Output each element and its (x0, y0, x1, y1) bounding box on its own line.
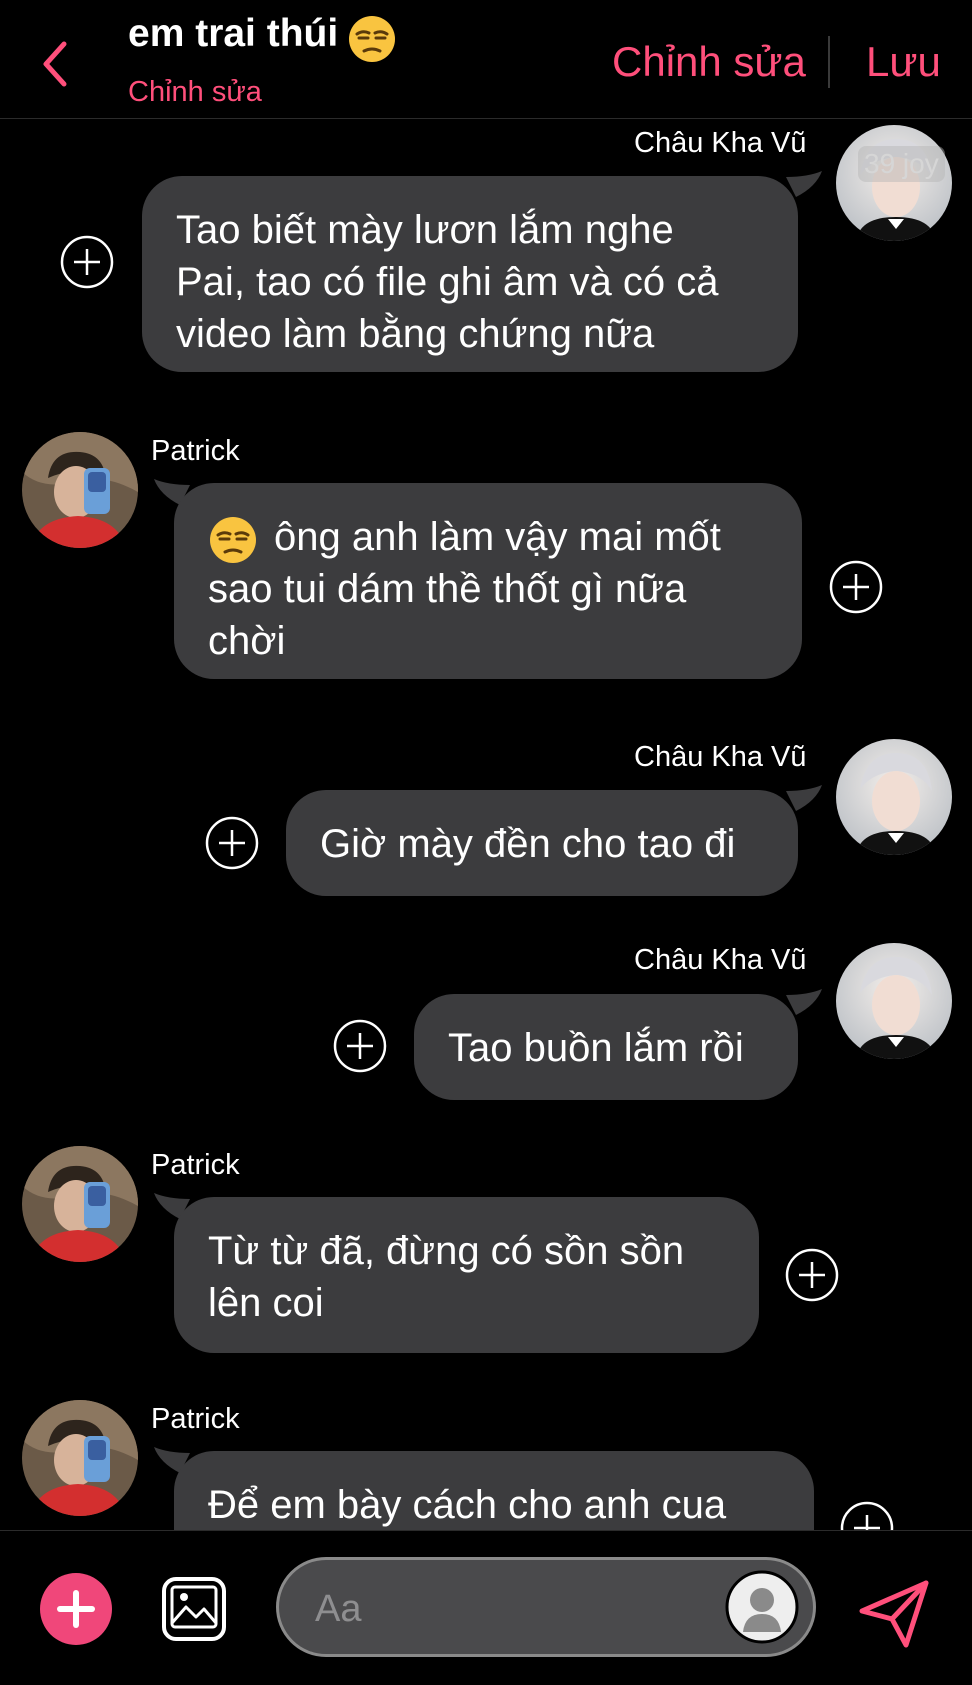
message-text: ông anh làm vậy mai mốt sao tui dám thề … (208, 515, 721, 663)
sender-name: Châu Kha Vũ (634, 127, 807, 159)
message-text: Để em bày cách cho anh cua (208, 1483, 727, 1527)
sender-name: Châu Kha Vũ (634, 944, 807, 976)
gallery-button[interactable] (160, 1575, 228, 1643)
sender-name: Patrick (151, 435, 240, 467)
message-bubble-outgoing[interactable]: Tao biết mày lươn lắm nghe Pai, tao có f… (142, 176, 798, 372)
sender-name: Châu Kha Vũ (634, 741, 807, 773)
bubble-tail (786, 785, 822, 811)
chat-subtitle-edit-link[interactable]: Chỉnh sửa (128, 76, 262, 109)
add-reaction-button[interactable] (829, 560, 883, 614)
plus-icon (57, 1590, 95, 1628)
sender-name: Patrick (151, 1403, 240, 1435)
chat-header: em trai thúi Chỉnh sửa Chỉnh sửa Lưu (0, 0, 972, 119)
send-button[interactable] (856, 1575, 932, 1651)
message-input-container[interactable] (276, 1557, 816, 1657)
person-silhouette-icon (725, 1570, 799, 1644)
chevron-left-icon (43, 41, 67, 87)
image-icon (162, 1577, 226, 1641)
message-bubble-incoming[interactable]: Từ từ đã, đừng có sồn sồn lên coi (174, 1197, 759, 1353)
send-icon (859, 1580, 929, 1648)
bubble-tail (786, 989, 822, 1015)
avatar[interactable] (22, 1146, 138, 1262)
header-divider (828, 36, 830, 88)
add-reaction-button[interactable] (205, 816, 259, 870)
message-list[interactable]: Châu Kha Vũ Tao biết mày lươn lắm nghe P… (0, 119, 972, 1530)
message-input[interactable] (313, 1580, 697, 1638)
message-text: Giờ mày đền cho tao đi (320, 822, 736, 866)
avatar[interactable] (836, 943, 952, 1059)
edit-button[interactable]: Chỉnh sửa (612, 38, 806, 86)
message-bubble-outgoing[interactable]: Giờ mày đền cho tao đi (286, 790, 798, 896)
message-text: Tao biết mày lươn lắm nghe Pai, tao có f… (176, 208, 719, 356)
add-reaction-button[interactable] (60, 235, 114, 289)
avatar[interactable] (22, 1400, 138, 1516)
message-bubble-incoming[interactable]: Để em bày cách cho anh cua (174, 1451, 814, 1530)
avatar[interactable] (836, 739, 952, 855)
add-reaction-button[interactable] (840, 1501, 894, 1530)
add-reaction-button[interactable] (785, 1248, 839, 1302)
avatar[interactable] (836, 125, 952, 241)
composer-bar (0, 1530, 972, 1685)
save-button[interactable]: Lưu (866, 38, 941, 86)
add-button[interactable] (40, 1573, 112, 1645)
unamused-face-icon (349, 16, 395, 62)
message-text: Tao buồn lắm rồi (448, 1026, 744, 1070)
chat-title: em trai thúi (128, 12, 339, 55)
unamused-face-icon (210, 517, 256, 563)
message-text: Từ từ đã, đừng có sồn sồn lên coi (208, 1229, 685, 1325)
avatar-picker-button[interactable] (725, 1570, 799, 1644)
add-reaction-button[interactable] (333, 1019, 387, 1073)
message-bubble-incoming[interactable]: ông anh làm vậy mai mốt sao tui dám thề … (174, 483, 802, 679)
bubble-tail (786, 171, 822, 197)
sender-name: Patrick (151, 1149, 240, 1181)
message-bubble-outgoing[interactable]: Tao buồn lắm rồi (414, 994, 798, 1100)
watermark-label: 39 joy (858, 146, 945, 182)
back-button[interactable] (36, 36, 76, 92)
avatar[interactable] (22, 432, 138, 548)
